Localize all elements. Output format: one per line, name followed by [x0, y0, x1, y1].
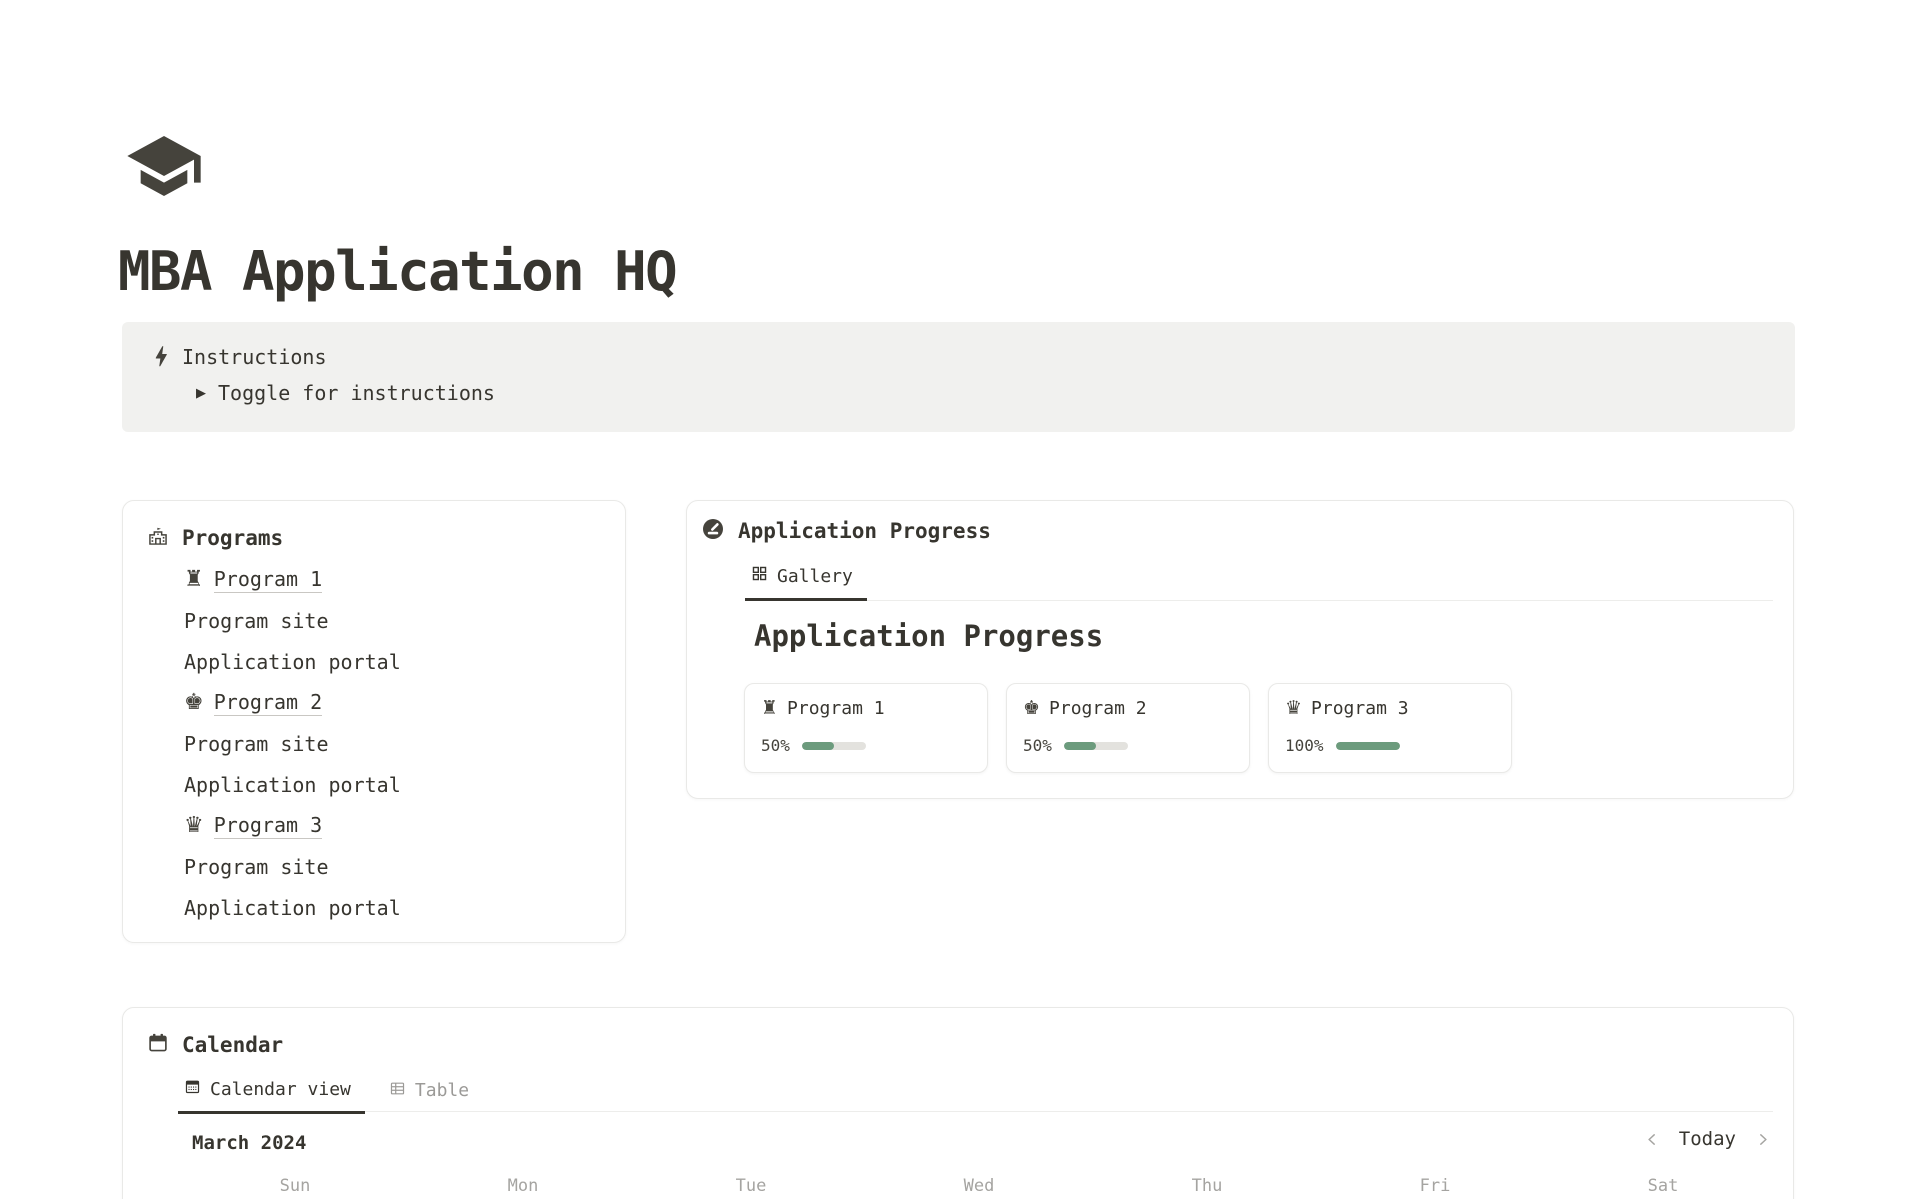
- page-title: MBA Application HQ: [118, 240, 676, 303]
- application-progress-title: Application Progress: [738, 519, 991, 543]
- tab-table[interactable]: Table: [383, 1078, 483, 1114]
- progress-bar: [1064, 742, 1128, 750]
- programs-list: ♜ Program 1 Program site Application por…: [184, 559, 401, 928]
- callout-title: Instructions: [182, 345, 327, 369]
- program-site-text: Program site: [184, 855, 329, 879]
- mba-application-hq-page: MBA Application HQ Instructions ▶ Toggle…: [0, 0, 1920, 1199]
- chess-rook-icon: ♜: [761, 699, 778, 718]
- progress-bar-fill: [802, 742, 834, 750]
- progress-bar-fill: [1064, 742, 1096, 750]
- progress-bar: [1336, 742, 1400, 750]
- list-item: Application portal: [184, 641, 401, 682]
- calendar-card: Calendar Calendar view: [122, 1007, 1794, 1199]
- tab-gallery-label: Gallery: [777, 566, 853, 587]
- calendar-tabs: Calendar view Table: [178, 1078, 483, 1114]
- chess-rook-icon: ♜: [184, 569, 204, 591]
- school-building-icon: [147, 525, 169, 551]
- progress-bar-fill: [1336, 742, 1400, 750]
- calendar-view-icon: [184, 1078, 201, 1100]
- list-item: Application portal: [184, 764, 401, 805]
- gauge-icon: [701, 517, 725, 545]
- program-site-text: Program site: [184, 609, 329, 633]
- weekday-sat: Sat: [1549, 1176, 1777, 1196]
- chevron-left-icon[interactable]: [1644, 1131, 1661, 1148]
- program-site-text: Program site: [184, 732, 329, 756]
- tab-calendar-view[interactable]: Calendar view: [178, 1078, 365, 1114]
- calendar-icon: [147, 1032, 169, 1058]
- instructions-toggle[interactable]: ▶ Toggle for instructions: [196, 381, 495, 405]
- gallery-grid-icon: [751, 565, 768, 587]
- today-navigation: Today: [1644, 1128, 1771, 1150]
- gallery-card-program-1[interactable]: ♜ Program 1 50%: [744, 683, 988, 773]
- list-item: ♜ Program 1: [184, 559, 401, 600]
- tab-gallery[interactable]: Gallery: [745, 565, 867, 601]
- weekday-thu: Thu: [1093, 1176, 1321, 1196]
- progress-percent: 100%: [1285, 736, 1324, 755]
- chess-king-icon: ♚: [1023, 699, 1040, 718]
- progress-bar: [802, 742, 866, 750]
- weekday-sun: Sun: [181, 1176, 409, 1196]
- list-item: Program site: [184, 600, 401, 641]
- application-portal-text: Application portal: [184, 773, 401, 797]
- calendar-title: Calendar: [182, 1033, 283, 1057]
- weekday-wed: Wed: [865, 1176, 1093, 1196]
- tab-calendar-view-label: Calendar view: [210, 1079, 351, 1100]
- toggle-triangle-icon[interactable]: ▶: [196, 387, 206, 400]
- graduation-cap-icon[interactable]: [120, 126, 208, 210]
- chess-queen-icon: ♛: [184, 815, 204, 837]
- weekday-mon: Mon: [409, 1176, 637, 1196]
- application-portal-text: Application portal: [184, 650, 401, 674]
- list-item: Application portal: [184, 887, 401, 928]
- weekday-header-row: Sun Mon Tue Wed Thu Fri Sat: [181, 1176, 1777, 1196]
- gallery-card-name: Program 2: [1049, 698, 1147, 719]
- list-item: Program site: [184, 846, 401, 887]
- gallery-card-program-3[interactable]: ♛ Program 3 100%: [1268, 683, 1512, 773]
- gallery-row: ♜ Program 1 50% ♚ Program 2 50%: [744, 683, 1512, 773]
- today-button[interactable]: Today: [1679, 1128, 1736, 1150]
- table-icon: [389, 1080, 406, 1102]
- progress-percent: 50%: [761, 736, 790, 755]
- chess-king-icon: ♚: [184, 692, 204, 714]
- progress-percent: 50%: [1023, 736, 1052, 755]
- month-label: March 2024: [192, 1132, 306, 1154]
- tab-table-label: Table: [415, 1080, 469, 1101]
- gallery-card-name: Program 1: [787, 698, 885, 719]
- gallery-card-name: Program 3: [1311, 698, 1409, 719]
- toggle-label: Toggle for instructions: [218, 381, 495, 405]
- weekday-tue: Tue: [637, 1176, 865, 1196]
- gallery-heading: Application Progress: [754, 619, 1103, 653]
- program-2-link[interactable]: Program 2: [214, 690, 322, 716]
- list-item: ♛ Program 3: [184, 805, 401, 846]
- chess-queen-icon: ♛: [1285, 699, 1302, 718]
- weekday-fri: Fri: [1321, 1176, 1549, 1196]
- list-item: Program site: [184, 723, 401, 764]
- instructions-callout: Instructions ▶ Toggle for instructions: [122, 322, 1795, 432]
- application-progress-card: Application Progress Gallery Application…: [686, 500, 1794, 799]
- programs-title: Programs: [182, 526, 283, 550]
- list-item: ♚ Program 2: [184, 682, 401, 723]
- program-3-link[interactable]: Program 3: [214, 813, 322, 839]
- gallery-card-program-2[interactable]: ♚ Program 2 50%: [1006, 683, 1250, 773]
- tab-divider: [751, 600, 1773, 601]
- programs-card: Programs ♜ Program 1 Program site Applic…: [122, 500, 626, 943]
- lightning-bolt-icon: [148, 343, 174, 373]
- chevron-right-icon[interactable]: [1754, 1131, 1771, 1148]
- application-portal-text: Application portal: [184, 896, 401, 920]
- program-1-link[interactable]: Program 1: [214, 567, 322, 593]
